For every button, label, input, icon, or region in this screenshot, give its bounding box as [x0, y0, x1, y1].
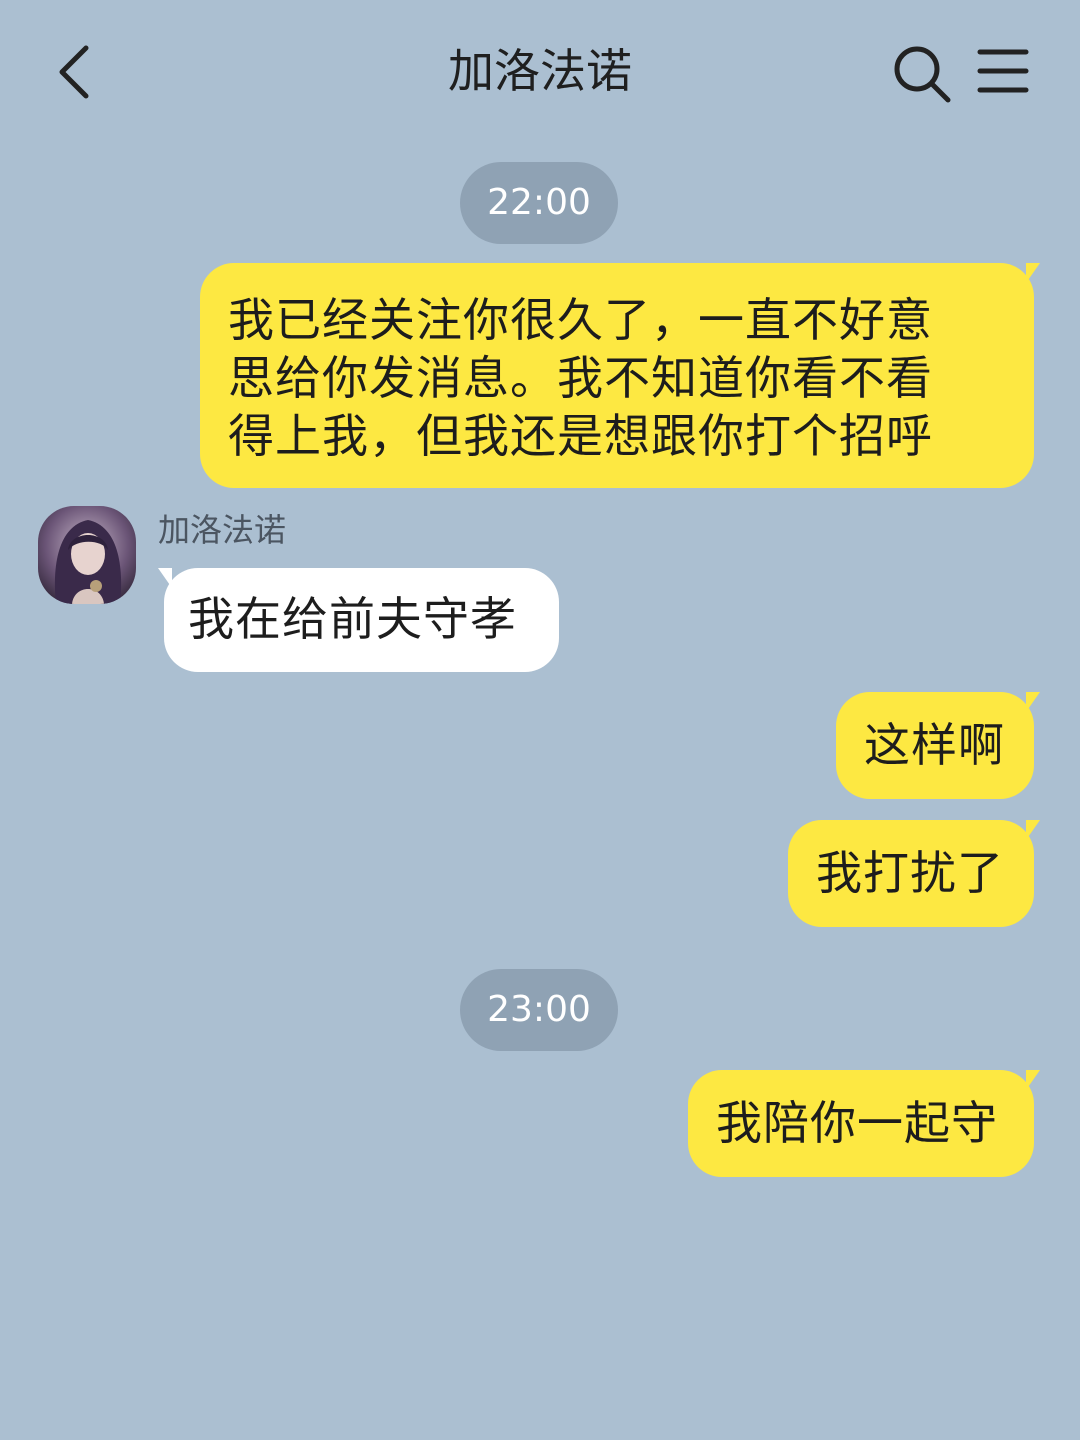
message-text: 我在给前夫守孝 [188, 592, 517, 646]
search-icon [894, 46, 951, 103]
search-button[interactable] [888, 40, 954, 106]
sender-name: 加洛法诺 [158, 511, 287, 549]
outgoing-message[interactable]: 我陪你一起守 [688, 1070, 1040, 1177]
outgoing-message[interactable]: 这样啊 [836, 692, 1040, 799]
outgoing-message[interactable]: 我打扰了 [788, 820, 1040, 927]
message-text: 我陪你一起守 [716, 1096, 998, 1150]
timestamp-pill: 22:00 [460, 162, 618, 244]
outgoing-message[interactable]: 我已经关注你很久了，一直不好意 思给你发消息。我不知道你看不看 得上我，但我还是… [200, 263, 1040, 488]
message-line: 我已经关注你很久了，一直不好意 [228, 293, 933, 347]
incoming-message[interactable]: 我在给前夫守孝 [158, 568, 559, 672]
message-text: 这样啊 [864, 718, 1005, 772]
message-line: 思给你发消息。我不知道你看不看 [228, 351, 933, 405]
timestamp-pill: 23:00 [460, 969, 618, 1051]
menu-button[interactable] [970, 40, 1036, 106]
top-bar: 加洛法诺 [0, 0, 1080, 145]
avatar-portrait-icon [38, 506, 136, 604]
message-line: 得上我，但我还是想跟你打个招呼 [228, 409, 933, 463]
avatar[interactable] [38, 506, 136, 604]
hamburger-menu-icon [977, 49, 1029, 93]
message-text: 我打扰了 [816, 846, 1004, 900]
